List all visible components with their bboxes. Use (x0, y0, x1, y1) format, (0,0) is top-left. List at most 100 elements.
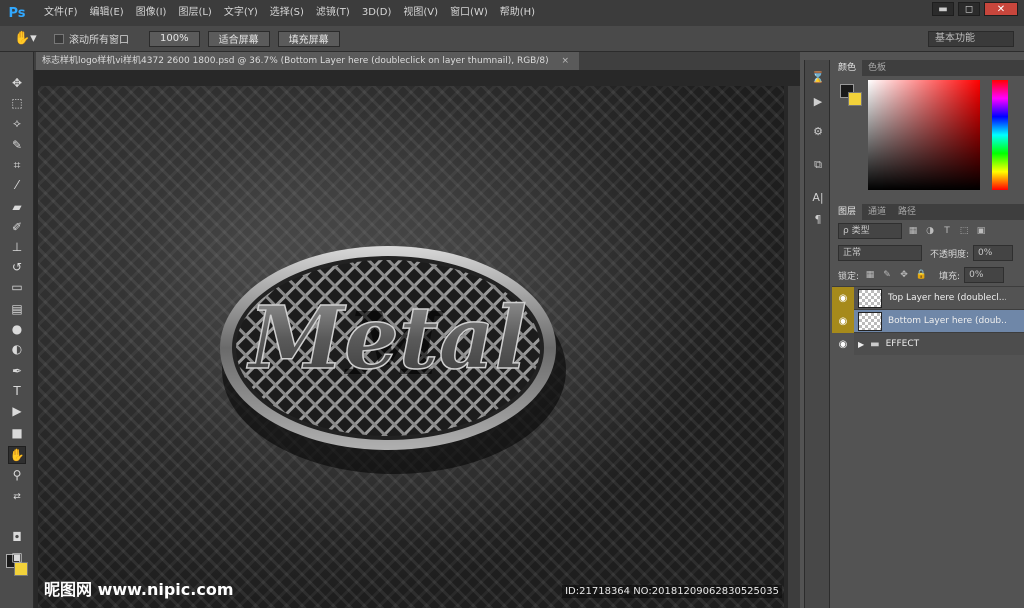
fit-screen-button[interactable]: 适合屏幕 (207, 30, 270, 47)
layer-thumbnail[interactable] (858, 311, 882, 331)
healing-brush-tool-icon[interactable]: ▰ (8, 198, 26, 216)
history-icon[interactable]: ⌛ (809, 68, 827, 86)
toolbox: ✥ ⬚ ⟡ ✎ ⌗ ⁄ ▰ ✐ ⊥ ↺ ▭ ▤ ● ◐ ✒ T ▶ ■ ✋ ⚲ … (0, 52, 34, 608)
workspace-select[interactable]: 基本功能 (928, 31, 1014, 47)
lock-pixels-icon[interactable]: ✎ (881, 269, 893, 281)
quick-select-tool-icon[interactable]: ✎ (8, 136, 26, 154)
eye-icon[interactable]: ◉ (832, 286, 854, 310)
swap-colors-icon[interactable]: ⇄ (8, 488, 26, 506)
restore-button[interactable]: ◻ (958, 2, 980, 16)
filter-shape-icon[interactable]: ⬚ (958, 225, 970, 237)
opacity-field[interactable]: 0% (973, 245, 1014, 261)
fill-screen-button[interactable]: 填充屏幕 (277, 30, 340, 47)
scroll-all-checkbox[interactable] (54, 33, 64, 44)
menu-help[interactable]: 帮助(H) (494, 0, 541, 26)
color-picker-field[interactable] (868, 80, 980, 190)
tab-paths[interactable]: 路径 (892, 204, 922, 220)
hand-tool-icon[interactable]: ✋ (8, 446, 26, 464)
screen-mode-icon[interactable]: ▣ (8, 548, 26, 566)
zoom-tool-icon[interactable]: ⚲ (8, 466, 26, 484)
minimize-button[interactable]: ▬ (932, 2, 954, 16)
eye-icon[interactable]: ◉ (832, 332, 854, 356)
layer-thumbnail[interactable] (858, 288, 882, 308)
menu-edit[interactable]: 编辑(E) (84, 0, 130, 26)
eyedropper-tool-icon[interactable]: ⁄ (8, 176, 26, 194)
properties-icon[interactable]: ⚙ (809, 122, 827, 140)
zoom-100-button[interactable]: 100% (149, 30, 200, 47)
document-tab-title: 标志样机logo样机vi样机4372 2600 1800.psd @ 36.7%… (42, 56, 549, 66)
panel-background-swatch[interactable] (848, 92, 862, 106)
document-tab-bar: 标志样机logo样机vi样机4372 2600 1800.psd @ 36.7%… (34, 52, 800, 70)
layer-filter-select[interactable]: ρ 类型 (838, 223, 902, 239)
right-panels: 颜色 色板 图层 通道 路径 ρ 类型 ▦ ◑ T ⬚ ▣ 正常 不透明度: 0… (832, 60, 1024, 608)
eye-icon[interactable]: ◉ (832, 309, 854, 333)
layer-name: EFFECT (885, 339, 920, 349)
close-button[interactable]: ✕ (984, 2, 1018, 16)
filter-type-icon[interactable]: T (941, 225, 953, 237)
menu-image[interactable]: 图像(I) (130, 0, 173, 26)
clone-stamp-tool-icon[interactable]: ⊥ (8, 238, 26, 256)
lasso-tool-icon[interactable]: ⟡ (8, 114, 26, 132)
marquee-tool-icon[interactable]: ⬚ (8, 94, 26, 112)
tab-swatches[interactable]: 色板 (862, 60, 892, 76)
tab-color[interactable]: 颜色 (832, 60, 863, 76)
tab-channels[interactable]: 通道 (862, 204, 892, 220)
lock-transparency-icon[interactable]: ▦ (864, 269, 876, 281)
quick-mask-icon[interactable]: ◘ (8, 528, 26, 546)
options-bar: ✋▾ 滚动所有窗口 100% 适合屏幕 填充屏幕 基本功能 (0, 26, 1024, 52)
actions-play-icon[interactable]: ▶ (809, 92, 827, 110)
layer-group-row[interactable]: ◉ ▶ ▬ EFFECT (832, 332, 1024, 356)
gradient-tool-icon[interactable]: ▤ (8, 300, 26, 318)
eraser-tool-icon[interactable]: ▭ (8, 278, 26, 296)
rectangle-tool-icon[interactable]: ■ (8, 424, 26, 442)
vertical-scrollbar[interactable] (788, 86, 800, 608)
logo-text: Metal (246, 288, 527, 389)
main-menu: 文件(F) 编辑(E) 图像(I) 图层(L) 文字(Y) 选择(S) 滤镜(T… (38, 0, 541, 26)
paragraph-icon[interactable]: ¶ (809, 210, 827, 228)
menu-window[interactable]: 窗口(W) (444, 0, 494, 26)
filter-smart-icon[interactable]: ▣ (975, 225, 987, 237)
menu-filter[interactable]: 滤镜(T) (310, 0, 356, 26)
layer-row[interactable]: ◉ Bottom Layer here (doub... (832, 309, 1024, 333)
menu-view[interactable]: 视图(V) (397, 0, 444, 26)
filter-pixel-icon[interactable]: ▦ (907, 225, 919, 237)
hand-tool-icon[interactable]: ✋▾ (14, 31, 40, 46)
lock-position-icon[interactable]: ✥ (898, 269, 910, 281)
crop-tool-icon[interactable]: ⌗ (8, 156, 26, 174)
path-select-tool-icon[interactable]: ▶ (8, 402, 26, 420)
fill-field[interactable]: 0% (964, 267, 1005, 283)
dodge-tool-icon[interactable]: ◐ (8, 340, 26, 358)
document-tab[interactable]: 标志样机logo样机vi样机4372 2600 1800.psd @ 36.7%… (36, 52, 580, 70)
history-brush-tool-icon[interactable]: ↺ (8, 258, 26, 276)
adjustments-icon[interactable]: ⧉ (809, 156, 827, 174)
menu-select[interactable]: 选择(S) (264, 0, 310, 26)
blend-mode-select[interactable]: 正常 (838, 245, 922, 261)
lock-all-icon[interactable]: 🔒 (915, 269, 927, 281)
layer-filter-row: ρ 类型 ▦ ◑ T ⬚ ▣ (832, 220, 1024, 242)
brush-tool-icon[interactable]: ✐ (8, 218, 26, 236)
type-tool-icon[interactable]: T (8, 382, 26, 400)
character-icon[interactable]: A| (809, 188, 827, 206)
document-canvas[interactable]: M Metal (38, 86, 784, 608)
menu-3d[interactable]: 3D(D) (356, 0, 398, 26)
color-panel (832, 76, 1024, 204)
expand-arrow-icon[interactable]: ▶ (858, 340, 864, 349)
lock-row: 锁定: ▦ ✎ ✥ 🔒 填充: 0% (832, 264, 1024, 286)
image-id-text: ID:21718364 NO:20181209062830525035 (562, 585, 782, 598)
tab-layers[interactable]: 图层 (832, 204, 863, 220)
menu-layer[interactable]: 图层(L) (172, 0, 217, 26)
menu-file[interactable]: 文件(F) (38, 0, 84, 26)
close-tab-icon[interactable]: × (562, 56, 570, 66)
hue-slider[interactable] (992, 80, 1008, 190)
app-logo: Ps (8, 5, 26, 21)
canvas-area: M Metal 昵图网 www.nipic.com ID:21718364 NO… (34, 70, 800, 608)
layer-name: Bottom Layer here (doub... (888, 316, 1006, 326)
filter-adjustment-icon[interactable]: ◑ (924, 225, 936, 237)
blur-tool-icon[interactable]: ● (8, 320, 26, 338)
menu-type[interactable]: 文字(Y) (218, 0, 264, 26)
layers-panel-tabs: 图层 通道 路径 (832, 204, 1024, 220)
pen-tool-icon[interactable]: ✒ (8, 362, 26, 380)
layer-row[interactable]: ◉ Top Layer here (doublecl... (832, 286, 1024, 310)
move-tool-icon[interactable]: ✥ (8, 74, 26, 92)
folder-icon: ▬ (870, 338, 880, 350)
